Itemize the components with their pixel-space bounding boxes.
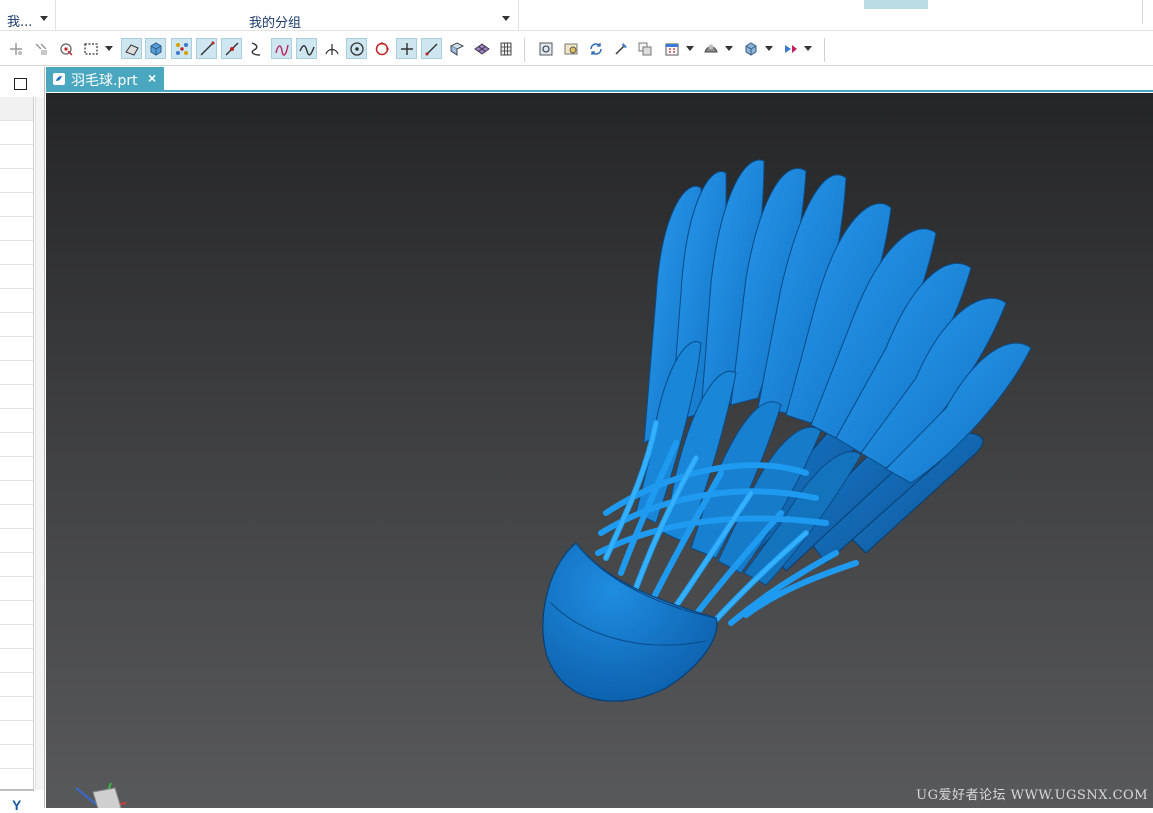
wave-curve-icon[interactable]	[296, 38, 317, 59]
layer-icon[interactable]	[634, 38, 655, 59]
fit-view-icon[interactable]	[535, 38, 556, 59]
list-item[interactable]	[0, 745, 33, 769]
curve-icon[interactable]	[246, 38, 267, 59]
divider	[1142, 0, 1143, 24]
chevron-down-icon[interactable]	[765, 46, 773, 51]
list-item[interactable]	[0, 433, 33, 457]
chevron-down-icon[interactable]	[804, 46, 812, 51]
list-item[interactable]	[0, 145, 33, 169]
cross-icon[interactable]	[396, 38, 417, 59]
zoom-icon[interactable]	[560, 38, 581, 59]
divider	[824, 38, 825, 62]
list-item[interactable]	[0, 313, 33, 337]
chevron-down-icon[interactable]	[40, 16, 48, 21]
chevron-down-icon[interactable]	[686, 46, 694, 51]
document-tab-strip: 羽毛球.prt ×	[46, 67, 1153, 92]
list-item[interactable]	[0, 97, 33, 121]
list-item[interactable]	[0, 553, 33, 577]
chevron-down-icon[interactable]	[725, 46, 733, 51]
vertical-scrollbar[interactable]	[35, 97, 44, 790]
divider	[0, 789, 34, 791]
mesh-icon[interactable]	[471, 38, 492, 59]
list-item[interactable]	[0, 505, 33, 529]
list-item[interactable]	[0, 241, 33, 265]
cube-view-icon[interactable]	[740, 38, 761, 59]
command-toolbar	[0, 32, 1153, 66]
rotate-icon[interactable]	[585, 38, 606, 59]
surface-icon[interactable]	[446, 38, 467, 59]
resource-bar: Y	[0, 67, 45, 813]
calendar-icon[interactable]	[661, 38, 682, 59]
divider	[524, 38, 525, 62]
list-item[interactable]	[0, 457, 33, 481]
control-points-icon[interactable]	[171, 38, 192, 59]
ribbon-group-short-label: 我...	[7, 15, 33, 30]
grid-icon[interactable]	[495, 38, 516, 59]
close-icon[interactable]: ×	[148, 70, 156, 86]
list-item[interactable]	[0, 721, 33, 745]
chevron-down-icon[interactable]	[502, 16, 510, 21]
list-item[interactable]	[0, 361, 33, 385]
selection-box-icon[interactable]	[80, 38, 101, 59]
perpendicular-icon[interactable]	[321, 38, 342, 59]
point-icon[interactable]	[5, 38, 26, 59]
list-item[interactable]	[0, 481, 33, 505]
list-item[interactable]	[0, 409, 33, 433]
chevron-down-icon[interactable]	[105, 46, 113, 51]
pan-icon[interactable]	[610, 38, 631, 59]
ribbon-tab-highlight[interactable]	[864, 0, 928, 9]
ribbon-group-my-group[interactable]: 我的分组	[57, 0, 519, 31]
ribbon-group-bar: 我... 我的分组	[0, 0, 1153, 31]
ribbon-group-main-label: 我的分组	[249, 16, 302, 31]
tab-document[interactable]: 羽毛球.prt ×	[46, 67, 164, 91]
point-set-icon[interactable]	[30, 38, 51, 59]
circle-icon[interactable]	[371, 38, 392, 59]
studio-spline-icon[interactable]	[271, 38, 292, 59]
watermark: UG爱好者论坛 WWW.UGSNX.COM	[916, 788, 1148, 803]
list-item[interactable]	[0, 121, 33, 145]
list-item[interactable]	[0, 385, 33, 409]
list-item[interactable]	[0, 697, 33, 721]
graphics-viewport[interactable]: UG爱好者论坛 WWW.UGSNX.COM	[46, 93, 1153, 808]
snap-point-icon[interactable]	[55, 38, 76, 59]
list-item[interactable]	[0, 169, 33, 193]
tangent-line-icon[interactable]	[221, 38, 242, 59]
part-file-icon	[52, 72, 66, 86]
list-item[interactable]	[0, 577, 33, 601]
line-icon[interactable]	[196, 38, 217, 59]
diagonal-line-icon[interactable]	[421, 38, 442, 59]
list-item[interactable]	[0, 217, 33, 241]
list-item[interactable]	[0, 601, 33, 625]
solid-body-icon[interactable]	[145, 38, 166, 59]
axis-y-label: Y	[12, 797, 22, 813]
cork-base	[542, 542, 718, 702]
restore-window-icon[interactable]	[14, 78, 27, 90]
list-item[interactable]	[0, 337, 33, 361]
list-item[interactable]	[0, 673, 33, 697]
list-item[interactable]	[0, 649, 33, 673]
tab-title: 羽毛球.prt	[71, 73, 138, 89]
navigator-list	[0, 97, 34, 790]
render-style-icon[interactable]	[780, 38, 801, 59]
list-item[interactable]	[0, 265, 33, 289]
orientation-triad	[75, 782, 127, 808]
list-item[interactable]	[0, 193, 33, 217]
list-item[interactable]	[0, 625, 33, 649]
list-item[interactable]	[0, 289, 33, 313]
shade-icon[interactable]	[700, 38, 721, 59]
face-analysis-icon[interactable]	[121, 38, 142, 59]
circle-center-icon[interactable]	[346, 38, 367, 59]
shuttlecock-model[interactable]	[46, 93, 1153, 808]
ribbon-group-short[interactable]: 我...	[0, 0, 56, 31]
list-item[interactable]	[0, 529, 33, 553]
